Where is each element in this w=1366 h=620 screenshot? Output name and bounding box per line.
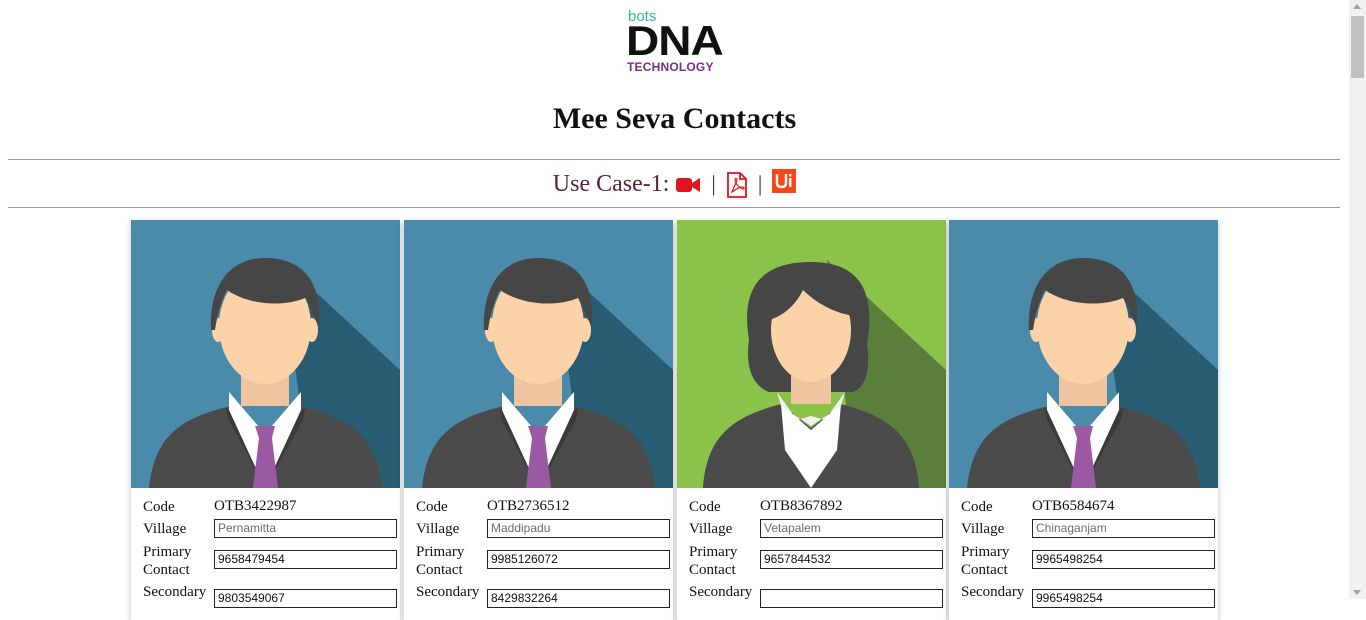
secondary-contact-label: Secondary bbox=[961, 584, 1025, 600]
female-avatar bbox=[677, 220, 946, 488]
secondary-contact-label: Secondary bbox=[416, 584, 480, 600]
primary-contact-field[interactable]: 9965498254 bbox=[1032, 550, 1215, 569]
code-value: OTB6584674 bbox=[1032, 498, 1115, 514]
primary-contact-field[interactable]: 9657844532 bbox=[760, 550, 943, 569]
contact-card: Code OTB6584674 Village Chinaganjam Prim… bbox=[949, 220, 1218, 620]
village-field[interactable]: Pernamitta bbox=[214, 519, 397, 538]
use-case-label: Use Case-1: bbox=[552, 171, 670, 197]
video-camera-icon[interactable] bbox=[675, 168, 701, 200]
male-avatar bbox=[404, 220, 673, 488]
scroll-down-arrow-icon[interactable] bbox=[1353, 590, 1361, 595]
secondary-contact-label: Secondary bbox=[143, 584, 207, 600]
pdf-icon[interactable] bbox=[726, 168, 748, 200]
vertical-scrollbar[interactable] bbox=[1349, 0, 1366, 599]
male-avatar bbox=[131, 220, 400, 488]
logo-dna-text: DNA bbox=[626, 17, 724, 64]
village-field[interactable]: Maddipadu bbox=[487, 519, 670, 538]
divider-bottom bbox=[8, 207, 1340, 208]
contact-card: Code OTB2736512 Village Maddipadu Primar… bbox=[404, 220, 673, 620]
logo-technology-text: TECHNOLOGY bbox=[627, 60, 714, 74]
code-label: Code bbox=[416, 499, 448, 515]
primary-contact-label-2: Contact bbox=[143, 562, 190, 578]
secondary-contact-label: Secondary bbox=[689, 584, 753, 600]
male-avatar bbox=[949, 220, 1218, 488]
use-case-bar: Use Case-1: | | bbox=[0, 168, 1349, 200]
code-label: Code bbox=[143, 499, 175, 515]
village-label: Village bbox=[416, 521, 460, 537]
code-label: Code bbox=[961, 499, 993, 515]
primary-contact-label-2: Contact bbox=[961, 562, 1008, 578]
code-label: Code bbox=[689, 499, 721, 515]
code-value: OTB3422987 bbox=[214, 498, 297, 514]
contact-card: Code OTB8367892 Village Vetapalem Primar… bbox=[677, 220, 946, 620]
primary-contact-label: Primary bbox=[416, 544, 465, 560]
primary-contact-label: Primary bbox=[961, 544, 1010, 560]
village-label: Village bbox=[143, 521, 187, 537]
contact-card: Code OTB3422987 Village Pernamitta Prima… bbox=[131, 220, 400, 620]
village-field[interactable]: Vetapalem bbox=[760, 519, 943, 538]
primary-contact-field[interactable]: 9985126072 bbox=[487, 550, 670, 569]
logo: bots DNA TECHNOLOGY bbox=[626, 8, 726, 74]
primary-contact-label-2: Contact bbox=[416, 562, 463, 578]
uipath-icon[interactable] bbox=[772, 164, 797, 196]
scroll-up-arrow-icon[interactable] bbox=[1353, 4, 1361, 9]
primary-contact-label-2: Contact bbox=[689, 562, 736, 578]
divider-top bbox=[8, 159, 1340, 160]
primary-contact-label: Primary bbox=[689, 544, 738, 560]
separator: | bbox=[711, 171, 716, 196]
village-label: Village bbox=[689, 521, 733, 537]
scrollbar-thumb[interactable] bbox=[1351, 16, 1364, 78]
page-title: Mee Seva Contacts bbox=[552, 102, 797, 135]
village-field[interactable]: Chinaganjam bbox=[1032, 519, 1215, 538]
primary-contact-label: Primary bbox=[143, 544, 192, 560]
separator: | bbox=[757, 171, 763, 196]
village-label: Village bbox=[961, 521, 1005, 537]
primary-contact-field[interactable]: 9658479454 bbox=[214, 550, 397, 569]
code-value: OTB8367892 bbox=[760, 498, 843, 514]
code-value: OTB2736512 bbox=[487, 498, 570, 514]
